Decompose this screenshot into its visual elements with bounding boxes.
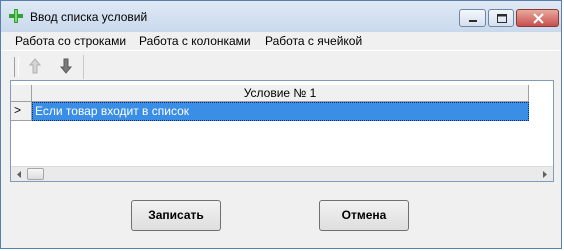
row-indicator[interactable]: > bbox=[11, 102, 32, 121]
grid-body: Условие № 1 > Если товар входит в список bbox=[11, 81, 529, 166]
menu-bar: Работа со строками Работа с колонками Ра… bbox=[1, 32, 561, 50]
dialog-window: Ввод списка условий Работа со строками Р… bbox=[0, 0, 562, 249]
move-up-arrow-icon bbox=[28, 58, 42, 74]
grid-corner bbox=[11, 85, 32, 102]
move-down-button[interactable] bbox=[56, 56, 76, 76]
scroll-right-arrow-icon bbox=[543, 171, 547, 178]
menu-rows[interactable]: Работа со строками bbox=[15, 34, 126, 48]
minimize-button[interactable] bbox=[459, 9, 486, 27]
condition-cell[interactable]: Если товар входит в список bbox=[32, 102, 529, 121]
save-button[interactable]: Записать bbox=[131, 200, 221, 231]
toolbar-grip[interactable] bbox=[14, 57, 19, 77]
grid-header: Условие № 1 bbox=[11, 85, 529, 102]
toolbar-separator bbox=[83, 55, 84, 79]
green-cross-icon bbox=[9, 9, 23, 23]
move-up-button[interactable] bbox=[25, 56, 45, 76]
close-button[interactable] bbox=[516, 9, 559, 27]
scroll-left-button[interactable] bbox=[11, 167, 27, 182]
close-icon bbox=[533, 13, 544, 24]
maximize-icon bbox=[497, 14, 507, 23]
toolbar bbox=[1, 50, 561, 81]
menu-columns[interactable]: Работа с колонками bbox=[139, 34, 251, 48]
conditions-grid: Условие № 1 > Если товар входит в список bbox=[10, 80, 554, 182]
horizontal-scrollbar[interactable] bbox=[11, 166, 553, 181]
move-down-arrow-icon bbox=[59, 58, 73, 74]
cancel-button[interactable]: Отмена bbox=[319, 200, 409, 231]
scroll-thumb[interactable] bbox=[27, 168, 44, 180]
column-header[interactable]: Условие № 1 bbox=[32, 85, 529, 102]
maximize-button[interactable] bbox=[488, 9, 514, 27]
window-title: Ввод списка условий bbox=[30, 10, 148, 24]
title-bar[interactable]: Ввод списка условий bbox=[1, 1, 561, 32]
menu-cell[interactable]: Работа с ячейкой bbox=[265, 34, 362, 48]
table-row[interactable]: > Если товар входит в список bbox=[11, 102, 529, 121]
minimize-icon bbox=[469, 20, 477, 22]
scroll-left-arrow-icon bbox=[17, 171, 21, 178]
scroll-right-button[interactable] bbox=[537, 167, 553, 182]
